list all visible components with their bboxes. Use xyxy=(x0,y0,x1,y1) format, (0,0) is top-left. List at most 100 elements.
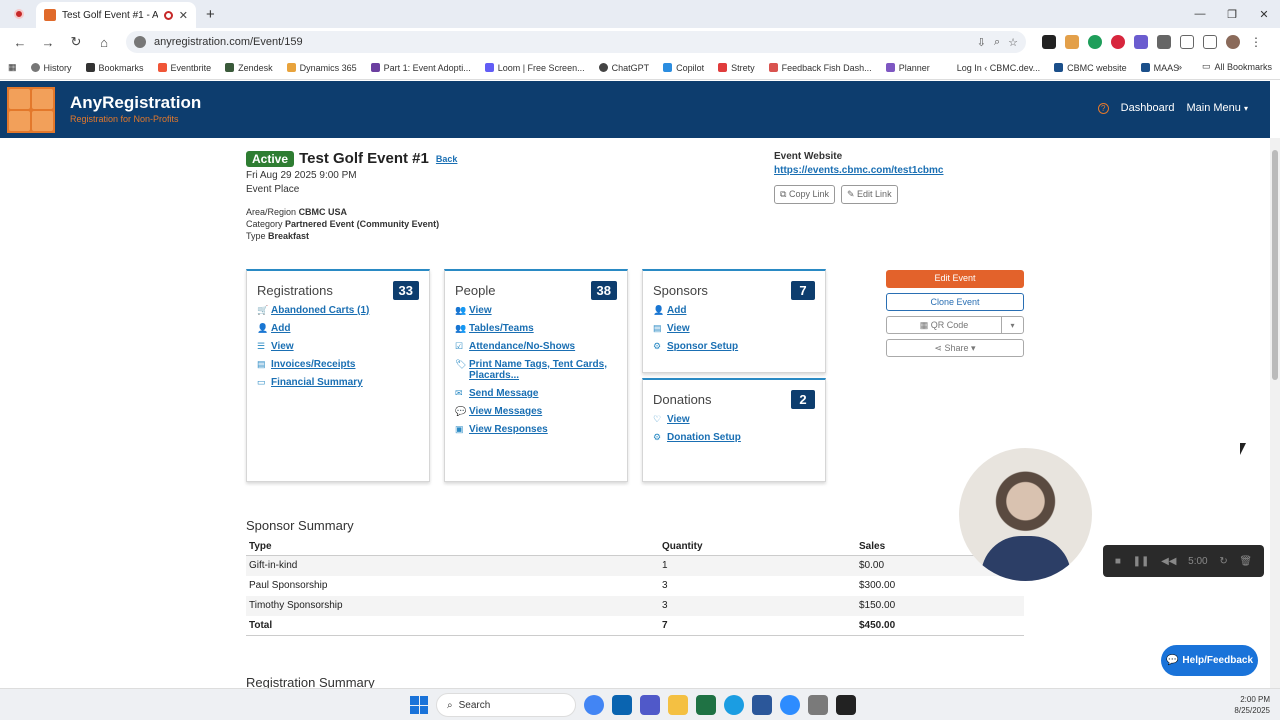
stop-icon[interactable]: ■ xyxy=(1115,556,1121,567)
bookmark-item[interactable]: Feedback Fish Dash... xyxy=(768,63,872,73)
attendance-link[interactable]: ☑ Attendance/No-Shows xyxy=(455,341,617,352)
view-people-link[interactable]: 👥 View xyxy=(455,305,617,316)
add-sponsor-link[interactable]: 👤 Add xyxy=(653,305,815,316)
snipping-tool-icon[interactable] xyxy=(808,695,828,715)
bookmark-item[interactable]: Eventbrite xyxy=(157,63,211,73)
link-label[interactable]: Invoices/Receipts xyxy=(271,359,355,370)
word-app-icon[interactable] xyxy=(752,695,772,715)
bookmark-item[interactable]: Loom | Free Screen... xyxy=(484,63,585,73)
profile-avatar[interactable] xyxy=(1226,35,1240,49)
link-label[interactable]: View xyxy=(271,341,294,352)
extension-icon[interactable] xyxy=(1088,35,1102,49)
tables-teams-link[interactable]: 👥 Tables/Teams xyxy=(455,323,617,334)
start-button[interactable] xyxy=(410,696,428,714)
install-icon[interactable]: ⇩ xyxy=(977,36,986,49)
extension-icon[interactable] xyxy=(1111,35,1125,49)
sponsor-setup-link[interactable]: ⚙ Sponsor Setup xyxy=(653,341,815,352)
reading-list-icon[interactable] xyxy=(1203,35,1217,49)
event-website-link[interactable]: https://events.cbmc.com/test1cbmc xyxy=(774,165,944,176)
excel-app-icon[interactable] xyxy=(696,695,716,715)
bookmark-item[interactable]: ChatGPT xyxy=(598,63,649,73)
back-link[interactable]: Back xyxy=(436,154,458,164)
site-info-icon[interactable] xyxy=(134,36,146,48)
apps-grid-icon[interactable]: ▦ xyxy=(8,62,17,73)
back-arrow-icon[interactable]: ← xyxy=(8,30,32,54)
outlook-app-icon[interactable] xyxy=(612,695,632,715)
edit-link-button[interactable]: ✎ Edit Link xyxy=(840,185,898,204)
bookmark-item[interactable]: Dynamics 365 xyxy=(286,63,357,73)
all-bookmarks-button[interactable]: » ▭ All Bookmarks xyxy=(1177,61,1272,72)
link-label[interactable]: Financial Summary xyxy=(271,377,363,388)
bookmark-item[interactable]: Log In ‹ CBMC.dev... xyxy=(943,63,1040,73)
bookmark-item[interactable]: Planner xyxy=(885,63,930,73)
page-scrollbar[interactable] xyxy=(1270,138,1280,688)
link-label[interactable]: Tables/Teams xyxy=(469,323,534,334)
financial-summary-link[interactable]: ▭ Financial Summary xyxy=(257,377,419,388)
home-icon[interactable]: ⌂ xyxy=(92,30,116,54)
teams-app-icon[interactable] xyxy=(640,695,660,715)
link-label[interactable]: Donation Setup xyxy=(667,432,741,443)
help-icon[interactable]: ? xyxy=(1097,102,1109,114)
bookmark-item[interactable]: Copilot xyxy=(663,63,704,73)
link-label[interactable]: Add xyxy=(667,305,686,316)
favorites-icon[interactable] xyxy=(1180,35,1194,49)
view-messages-link[interactable]: 💬 View Messages xyxy=(455,406,617,417)
zoom-icon[interactable]: ⌕ xyxy=(994,36,1000,49)
link-label[interactable]: Send Message xyxy=(469,388,538,399)
nav-main-menu[interactable]: Main Menu ▾ xyxy=(1187,102,1249,114)
abandoned-carts-link[interactable]: 🛒 Abandoned Carts (1) xyxy=(257,305,419,316)
view-sponsors-link[interactable]: ▤ View xyxy=(653,323,815,334)
more-menu-icon[interactable]: ⋮ xyxy=(1249,35,1263,49)
extension-icon[interactable] xyxy=(1042,35,1056,49)
maximize-icon[interactable]: ❐ xyxy=(1216,0,1248,28)
extensions-puzzle-icon[interactable] xyxy=(1157,35,1171,49)
sticky-notes-icon[interactable] xyxy=(836,695,856,715)
bookmark-item[interactable]: MAAS xyxy=(1140,63,1179,73)
edit-event-button[interactable]: Edit Event xyxy=(886,270,1024,288)
link-label[interactable]: View Messages xyxy=(469,406,542,417)
link-label[interactable]: Sponsor Setup xyxy=(667,341,738,352)
trash-icon[interactable]: 🗑 xyxy=(1239,556,1252,567)
edge-app-icon[interactable] xyxy=(724,695,744,715)
link-label[interactable]: View xyxy=(469,305,492,316)
close-tab-icon[interactable]: ✕ xyxy=(179,9,188,22)
share-button[interactable]: ⋖ Share ▾ xyxy=(886,339,1024,357)
link-label[interactable]: Attendance/No-Shows xyxy=(469,341,575,352)
chrome-app-icon[interactable] xyxy=(584,695,604,715)
view-donations-link[interactable]: ♡ View xyxy=(653,414,815,425)
minimize-icon[interactable]: — xyxy=(1184,0,1216,28)
extension-icon[interactable] xyxy=(1134,35,1148,49)
view-responses-link[interactable]: ▣ View Responses xyxy=(455,424,617,435)
restart-icon[interactable]: ↻ xyxy=(1219,556,1227,567)
new-tab-button[interactable]: + xyxy=(206,6,215,23)
file-explorer-icon[interactable] xyxy=(668,695,688,715)
link-label[interactable]: View Responses xyxy=(469,424,548,435)
url-field[interactable]: anyregistration.com/Event/159 ⇩ ⌕ ☆ xyxy=(126,31,1026,53)
pause-icon[interactable]: ❚❚ xyxy=(1133,556,1150,567)
system-clock[interactable]: 2:00 PM 8/25/2025 xyxy=(1234,694,1270,716)
taskbar-search[interactable]: ⌕ Search xyxy=(436,693,576,717)
browser-tab[interactable]: Test Golf Event #1 - AnyRe ✕ xyxy=(36,2,196,28)
zoom-app-icon[interactable] xyxy=(780,695,800,715)
link-label[interactable]: Print Name Tags, Tent Cards, Placards... xyxy=(469,359,617,381)
extension-icon[interactable] xyxy=(1065,35,1079,49)
rewind-icon[interactable]: ◀◀ xyxy=(1161,556,1176,567)
bookmark-item[interactable]: History xyxy=(30,63,72,73)
nav-dashboard[interactable]: Dashboard xyxy=(1121,102,1175,114)
link-label[interactable]: View xyxy=(667,323,690,334)
bookmark-item[interactable]: Zendesk xyxy=(225,63,273,73)
forward-arrow-icon[interactable]: → xyxy=(36,30,60,54)
link-label[interactable]: Abandoned Carts (1) xyxy=(271,305,369,316)
scrollbar-thumb[interactable] xyxy=(1272,150,1278,380)
logo[interactable] xyxy=(7,87,55,133)
send-message-link[interactable]: ✉ Send Message xyxy=(455,388,617,399)
close-window-icon[interactable]: ✕ xyxy=(1248,0,1280,28)
qr-dropdown-button[interactable]: ▾ xyxy=(1001,316,1024,334)
star-icon[interactable]: ☆ xyxy=(1008,36,1018,49)
bookmark-item[interactable]: Strety xyxy=(718,63,755,73)
copy-link-button[interactable]: ⧉ Copy Link xyxy=(774,185,835,204)
donation-setup-link[interactable]: ⚙ Donation Setup xyxy=(653,432,815,443)
view-registrations-link[interactable]: ☰ View xyxy=(257,341,419,352)
help-feedback-button[interactable]: 💬 Help/Feedback xyxy=(1161,645,1258,676)
link-label[interactable]: Add xyxy=(271,323,290,334)
